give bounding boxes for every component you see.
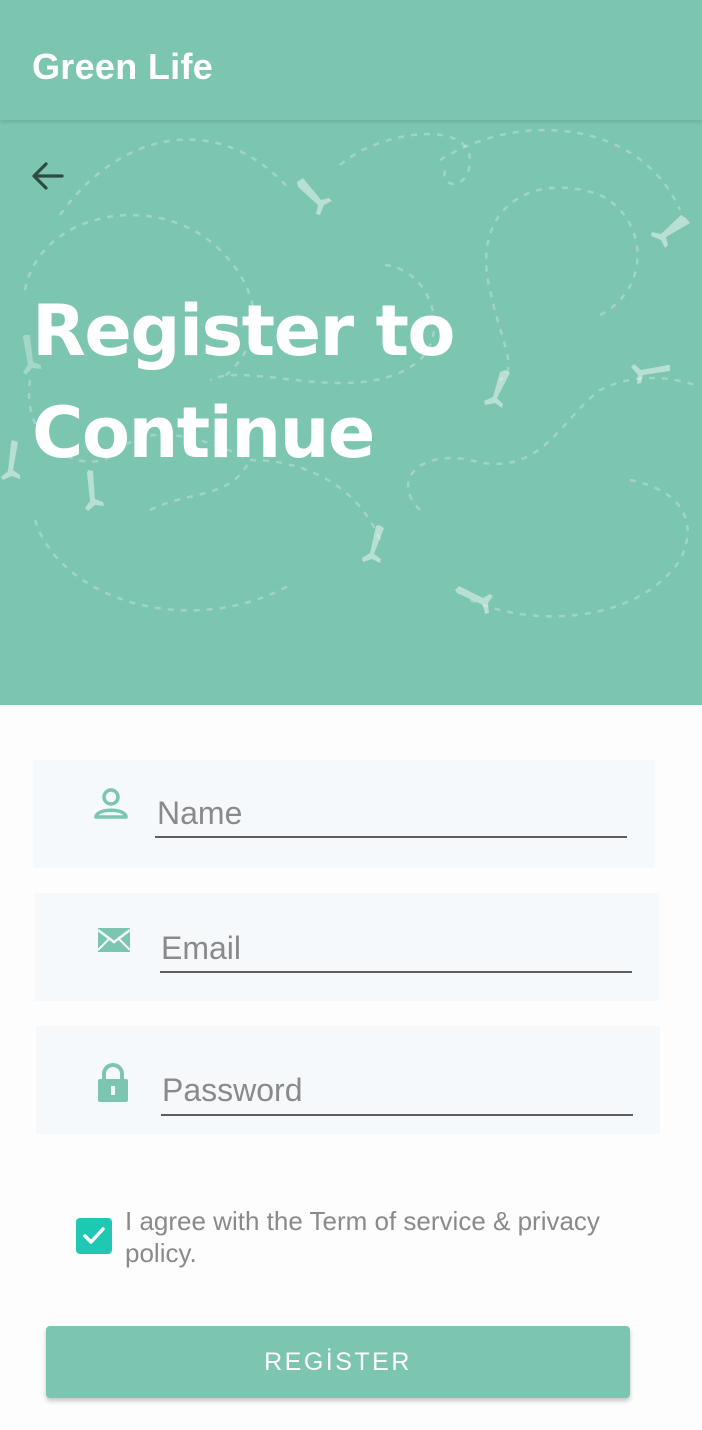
email-input[interactable] — [161, 927, 631, 969]
app-bar: Green Life — [0, 0, 702, 120]
register-button[interactable]: REGİSTER — [46, 1326, 630, 1398]
hero-banner: Register to Continue — [0, 120, 702, 705]
name-input[interactable] — [157, 792, 627, 834]
person-icon — [94, 788, 128, 819]
heading-line-2: Continue — [32, 392, 375, 474]
app-title: Green Life — [32, 46, 214, 87]
terms-checkbox[interactable] — [76, 1218, 112, 1254]
envelope-icon — [97, 928, 131, 952]
page-heading: Register to Continue — [32, 280, 632, 484]
email-underline — [160, 971, 632, 973]
password-field — [36, 1026, 660, 1134]
arrow-left-icon — [32, 162, 64, 190]
lock-icon — [98, 1063, 128, 1102]
checkmark-icon — [83, 1227, 105, 1244]
back-button[interactable] — [22, 156, 72, 196]
password-input[interactable] — [162, 1069, 632, 1111]
terms-label[interactable]: I agree with the Term of service & priva… — [125, 1205, 645, 1269]
name-underline — [155, 836, 627, 838]
name-field — [33, 760, 655, 868]
email-field — [35, 893, 659, 1001]
password-underline — [161, 1114, 633, 1116]
heading-line-1: Register to — [32, 290, 456, 372]
